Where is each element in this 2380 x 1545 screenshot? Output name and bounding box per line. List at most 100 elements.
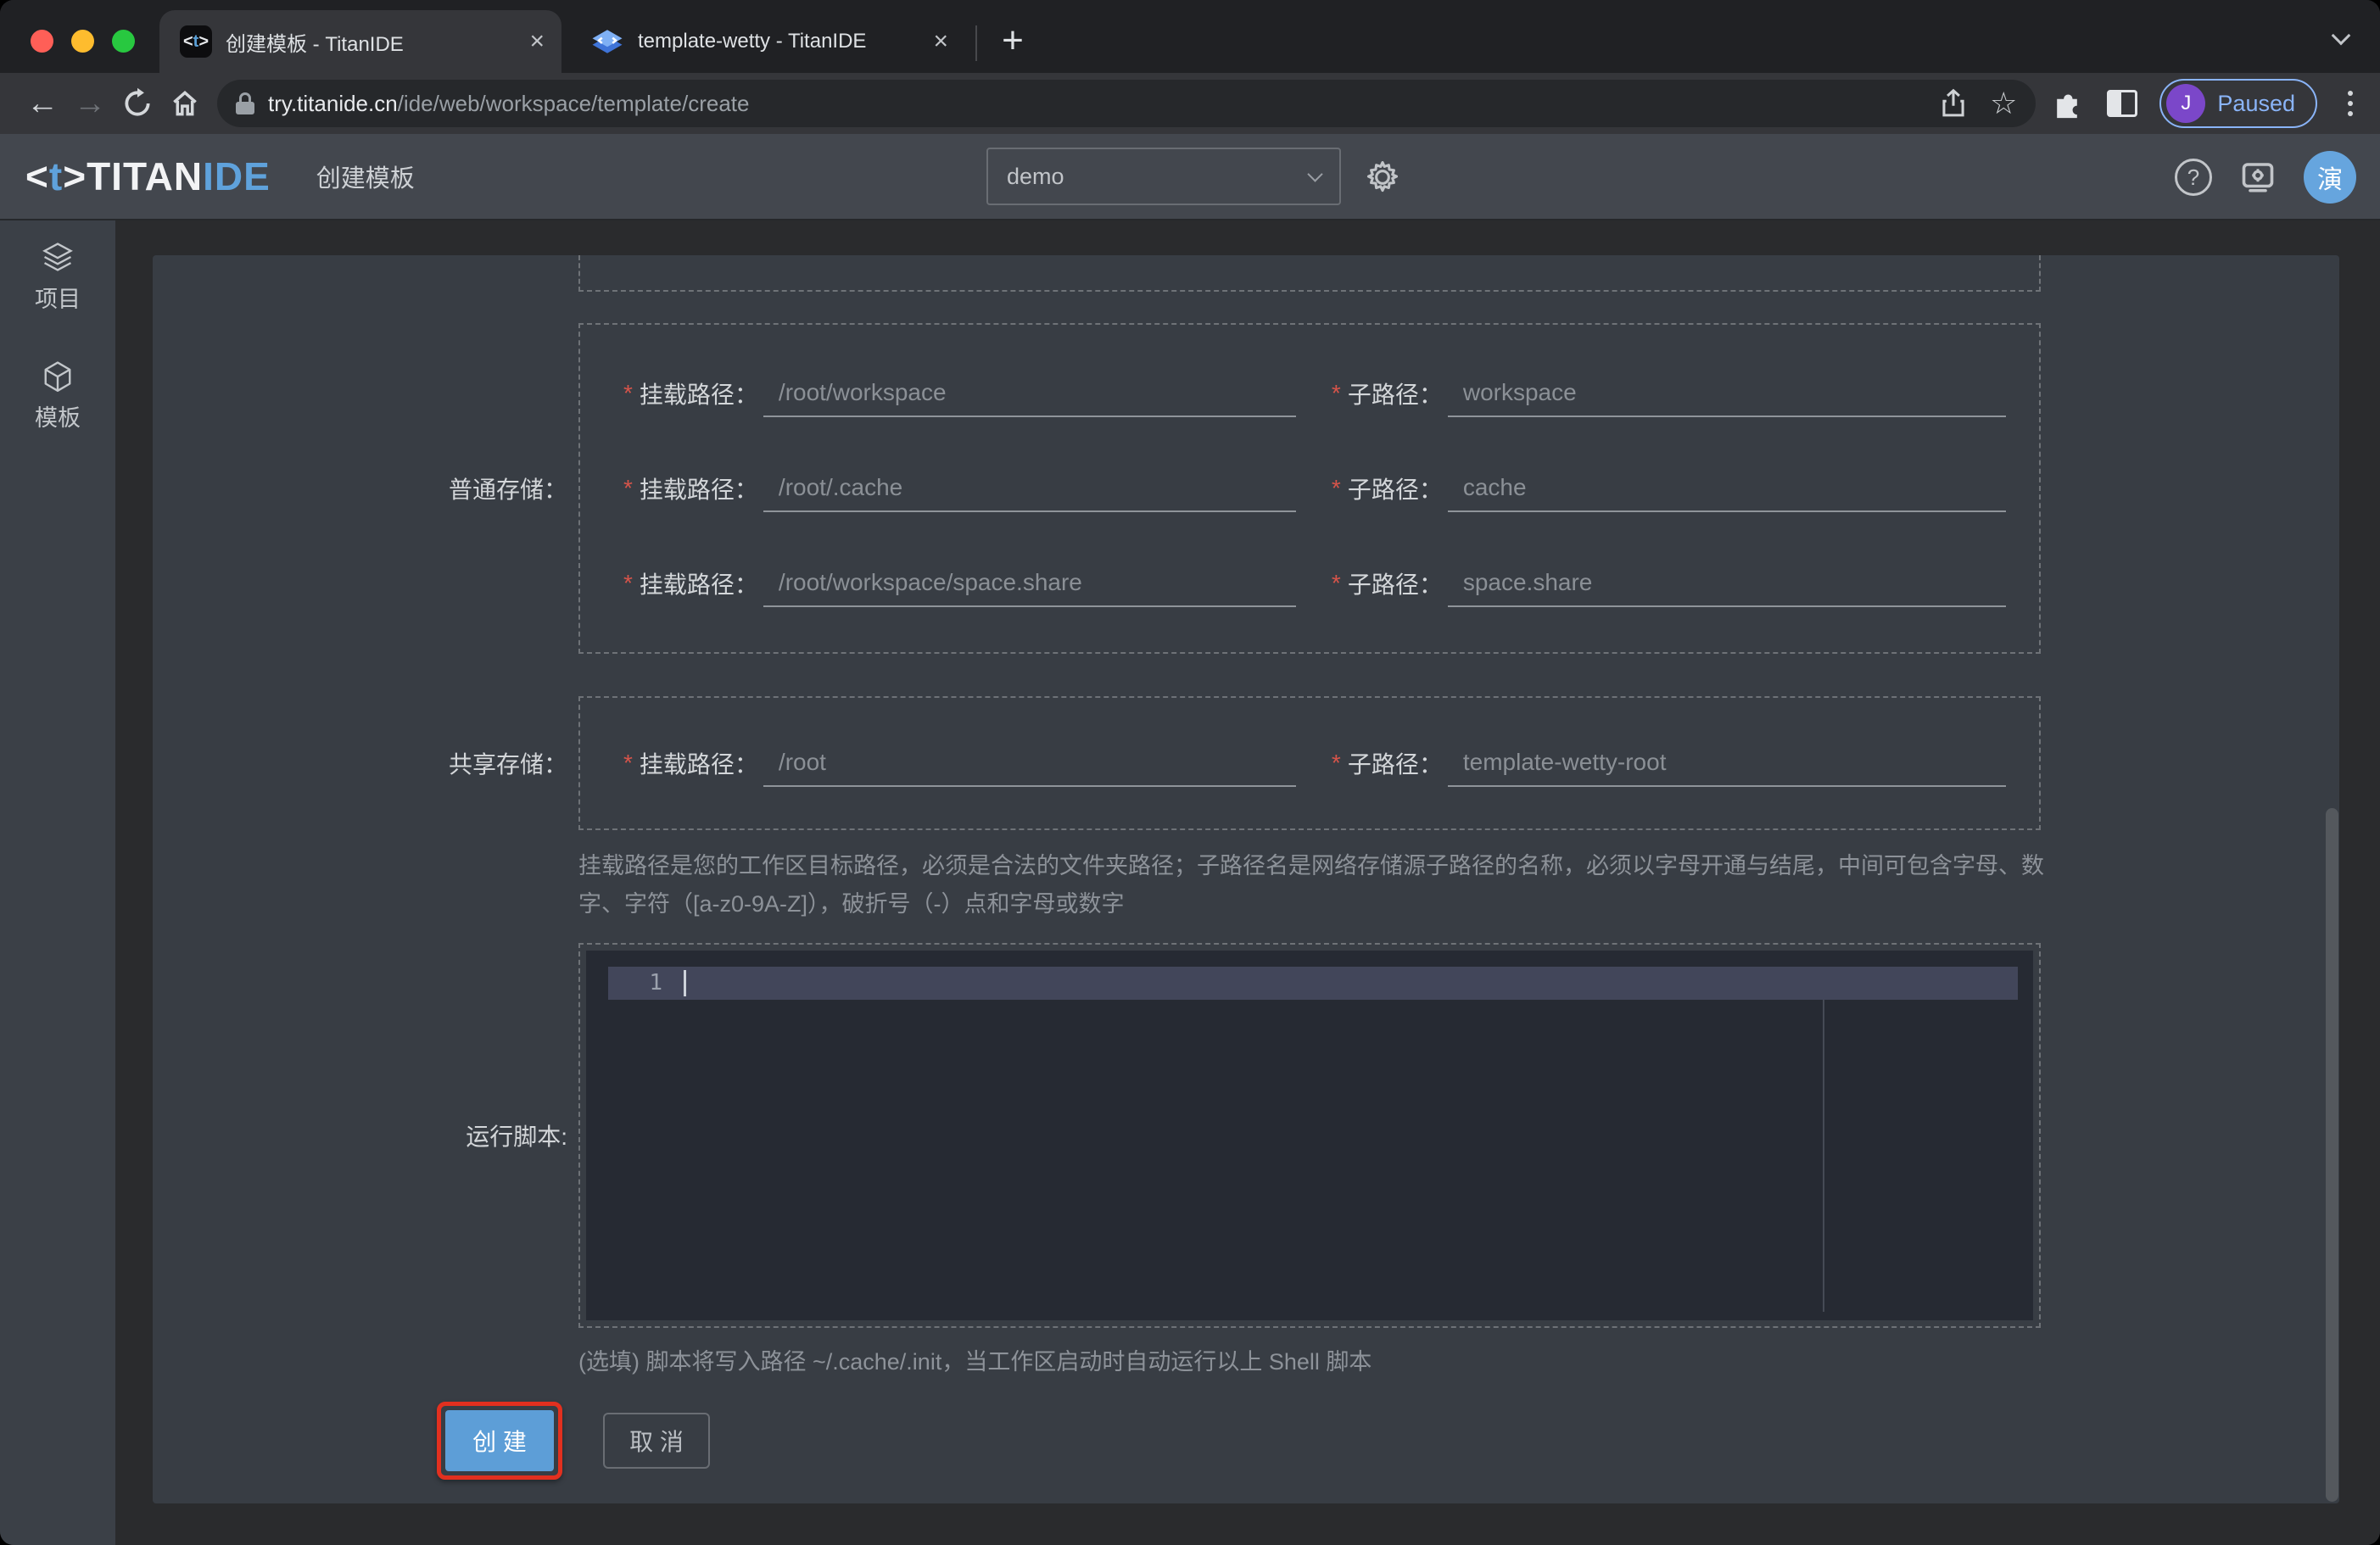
click-highlight-annotation: 创 建: [437, 1402, 562, 1480]
user-avatar[interactable]: 演: [2304, 151, 2356, 204]
address-bar[interactable]: try.titanide.cn/ide/web/workspace/templa…: [217, 80, 2036, 127]
profile-avatar: J: [2166, 84, 2206, 123]
sub-path-input[interactable]: [1447, 370, 2006, 417]
traffic-lights: [31, 30, 135, 53]
more-menu-icon[interactable]: [2339, 91, 2361, 116]
tab-create-template[interactable]: < t > 创建模板 - TitanIDE ×: [159, 10, 561, 73]
tab-close-icon[interactable]: ×: [529, 29, 545, 54]
profile-chip[interactable]: J Paused: [2159, 79, 2317, 128]
group-label: 运行脚本:: [466, 1124, 567, 1150]
sub-path-label: 子路径：: [1347, 382, 1443, 408]
tab-template-wetty[interactable]: template-wetty - TitanIDE ×: [570, 10, 965, 73]
url-domain: try.titanide.cn: [268, 90, 398, 116]
reload-icon[interactable]: [114, 87, 161, 120]
layers-icon: [42, 243, 73, 271]
minimize-window-button[interactable]: [71, 30, 94, 53]
sidebar-item-projects[interactable]: 项目: [0, 241, 115, 314]
sub-path-label: 子路径：: [1347, 751, 1443, 778]
required-asterisk: *: [1331, 570, 1341, 596]
app-header: <t>TITANIDE 创建模板 demo ? 演: [0, 134, 2380, 220]
scrolled-group-fragment: [578, 255, 2041, 292]
storage-row: * 挂载路径： * 子路径：: [580, 441, 2039, 536]
new-tab-button[interactable]: +: [989, 17, 1036, 64]
editor-line-number: 1: [649, 970, 662, 996]
sub-path-label: 子路径：: [1347, 572, 1443, 598]
sidebar-item-label: 模板: [35, 405, 81, 431]
forward-icon[interactable]: →: [66, 87, 114, 120]
cancel-button[interactable]: 取 消: [603, 1413, 710, 1469]
editor-active-line: [608, 967, 2018, 1000]
required-asterisk: *: [623, 475, 633, 501]
required-asterisk: *: [623, 380, 633, 406]
back-icon[interactable]: ←: [19, 87, 66, 120]
path-help-text: 挂载路径是您的工作区目标路径，必须是合法的文件夹路径；子路径名是网络存储源子路径…: [578, 853, 2044, 917]
storage-row: * 挂载路径： * 子路径：: [580, 719, 2039, 807]
sub-path-label: 子路径：: [1347, 477, 1443, 503]
vertical-scrollbar-thumb[interactable]: [2326, 808, 2338, 1502]
url-path: /ide/web/workspace/template/create: [397, 90, 750, 116]
workspace-select[interactable]: demo: [986, 148, 1341, 205]
main-area: 项目 模板 普通存储： * 挂载路径： /root/workspace * 子路…: [0, 220, 2380, 1545]
browser-window: < t > 创建模板 - TitanIDE × template-wetty - T…: [0, 0, 2380, 1545]
editor-column-ruler: [1823, 1000, 1824, 1312]
mount-path-input[interactable]: [763, 465, 1296, 512]
tab-title: template-wetty - TitanIDE: [638, 30, 867, 53]
script-note: (选填) 脚本将写入路径 ~/.cache/.init，当工作区启动时自动运行以…: [578, 1349, 1372, 1375]
tab-close-icon[interactable]: ×: [933, 29, 948, 54]
shared-storage-group: * 挂载路径： * 子路径：: [578, 696, 2041, 830]
help-icon[interactable]: ?: [2175, 159, 2212, 196]
bookmark-star-icon[interactable]: ☆: [1990, 88, 2017, 119]
mount-path-label: 挂载路径：: [639, 751, 758, 778]
form-item-run-script: 运行脚本: 1: [153, 943, 2339, 1328]
required-asterisk: *: [1331, 475, 1341, 501]
normal-storage-group: * 挂载路径： * 子路径： * 挂载路径：: [578, 323, 2041, 654]
titanide-favicon: < t >: [180, 25, 212, 58]
create-button[interactable]: 创 建: [445, 1410, 554, 1471]
workspace-favicon: [592, 30, 623, 53]
script-code-editor[interactable]: 1: [586, 951, 2033, 1320]
tab-title: 创建模板 - TitanIDE: [226, 32, 404, 56]
titanide-logo[interactable]: <t>TITANIDE: [25, 153, 271, 199]
tab-search-chevron-icon[interactable]: [2331, 25, 2351, 47]
mount-path-input[interactable]: [763, 370, 1296, 417]
mount-path-label: 挂载路径：: [639, 382, 758, 408]
sub-path-input[interactable]: [1447, 465, 2006, 512]
group-label: 普通存储：: [448, 477, 567, 503]
sidebar: 项目 模板: [0, 220, 115, 1545]
storage-row: * 挂载路径： * 子路径：: [580, 536, 2039, 631]
tab-separator: [975, 25, 977, 61]
page-title: 创建模板: [316, 165, 415, 192]
chevron-down-icon: [1307, 165, 1323, 182]
mount-path-label: 挂载路径：: [639, 572, 758, 598]
close-window-button[interactable]: [31, 30, 53, 53]
form-actions: 创 建 取 消: [437, 1402, 2339, 1480]
required-asterisk: *: [1331, 380, 1341, 406]
group-label: 共享存储：: [448, 751, 567, 778]
workspace-settings-gear-icon[interactable]: [1364, 159, 1401, 196]
header-right: ? 演: [2175, 134, 2356, 220]
toolbar-right: J Paused: [2049, 79, 2361, 128]
browser-toolbar: ← → try.titanide.cn/ide/web/workspace/te…: [0, 73, 2380, 134]
script-editor-box: 1: [578, 943, 2041, 1328]
home-icon[interactable]: [161, 87, 209, 120]
side-panel-icon[interactable]: [2107, 90, 2138, 117]
required-asterisk: *: [1331, 750, 1341, 776]
zoom-window-button[interactable]: [112, 30, 135, 53]
required-asterisk: *: [623, 750, 633, 776]
create-template-form: 普通存储： * 挂载路径： * 子路径： * 挂载路径：: [153, 255, 2339, 1503]
sidebar-item-label: 项目: [35, 287, 81, 312]
profile-status: Paused: [2217, 90, 2295, 116]
cube-icon: [44, 361, 71, 392]
sidebar-item-templates[interactable]: 模板: [0, 360, 115, 432]
mount-path-input[interactable]: [763, 560, 1296, 607]
extensions-puzzle-icon[interactable]: [2049, 86, 2085, 121]
sub-path-input[interactable]: [1447, 560, 2006, 607]
workspace-select-value: demo: [1007, 163, 1064, 189]
form-item-normal-storage: 普通存储： * 挂载路径： * 子路径： * 挂载路径：: [153, 323, 2339, 654]
sub-path-input[interactable]: [1447, 739, 2006, 787]
console-settings-icon[interactable]: [2238, 157, 2278, 198]
share-icon[interactable]: [1939, 88, 1968, 119]
mount-path-input[interactable]: [763, 739, 1296, 787]
lock-icon[interactable]: [236, 92, 254, 114]
required-asterisk: *: [623, 570, 633, 596]
